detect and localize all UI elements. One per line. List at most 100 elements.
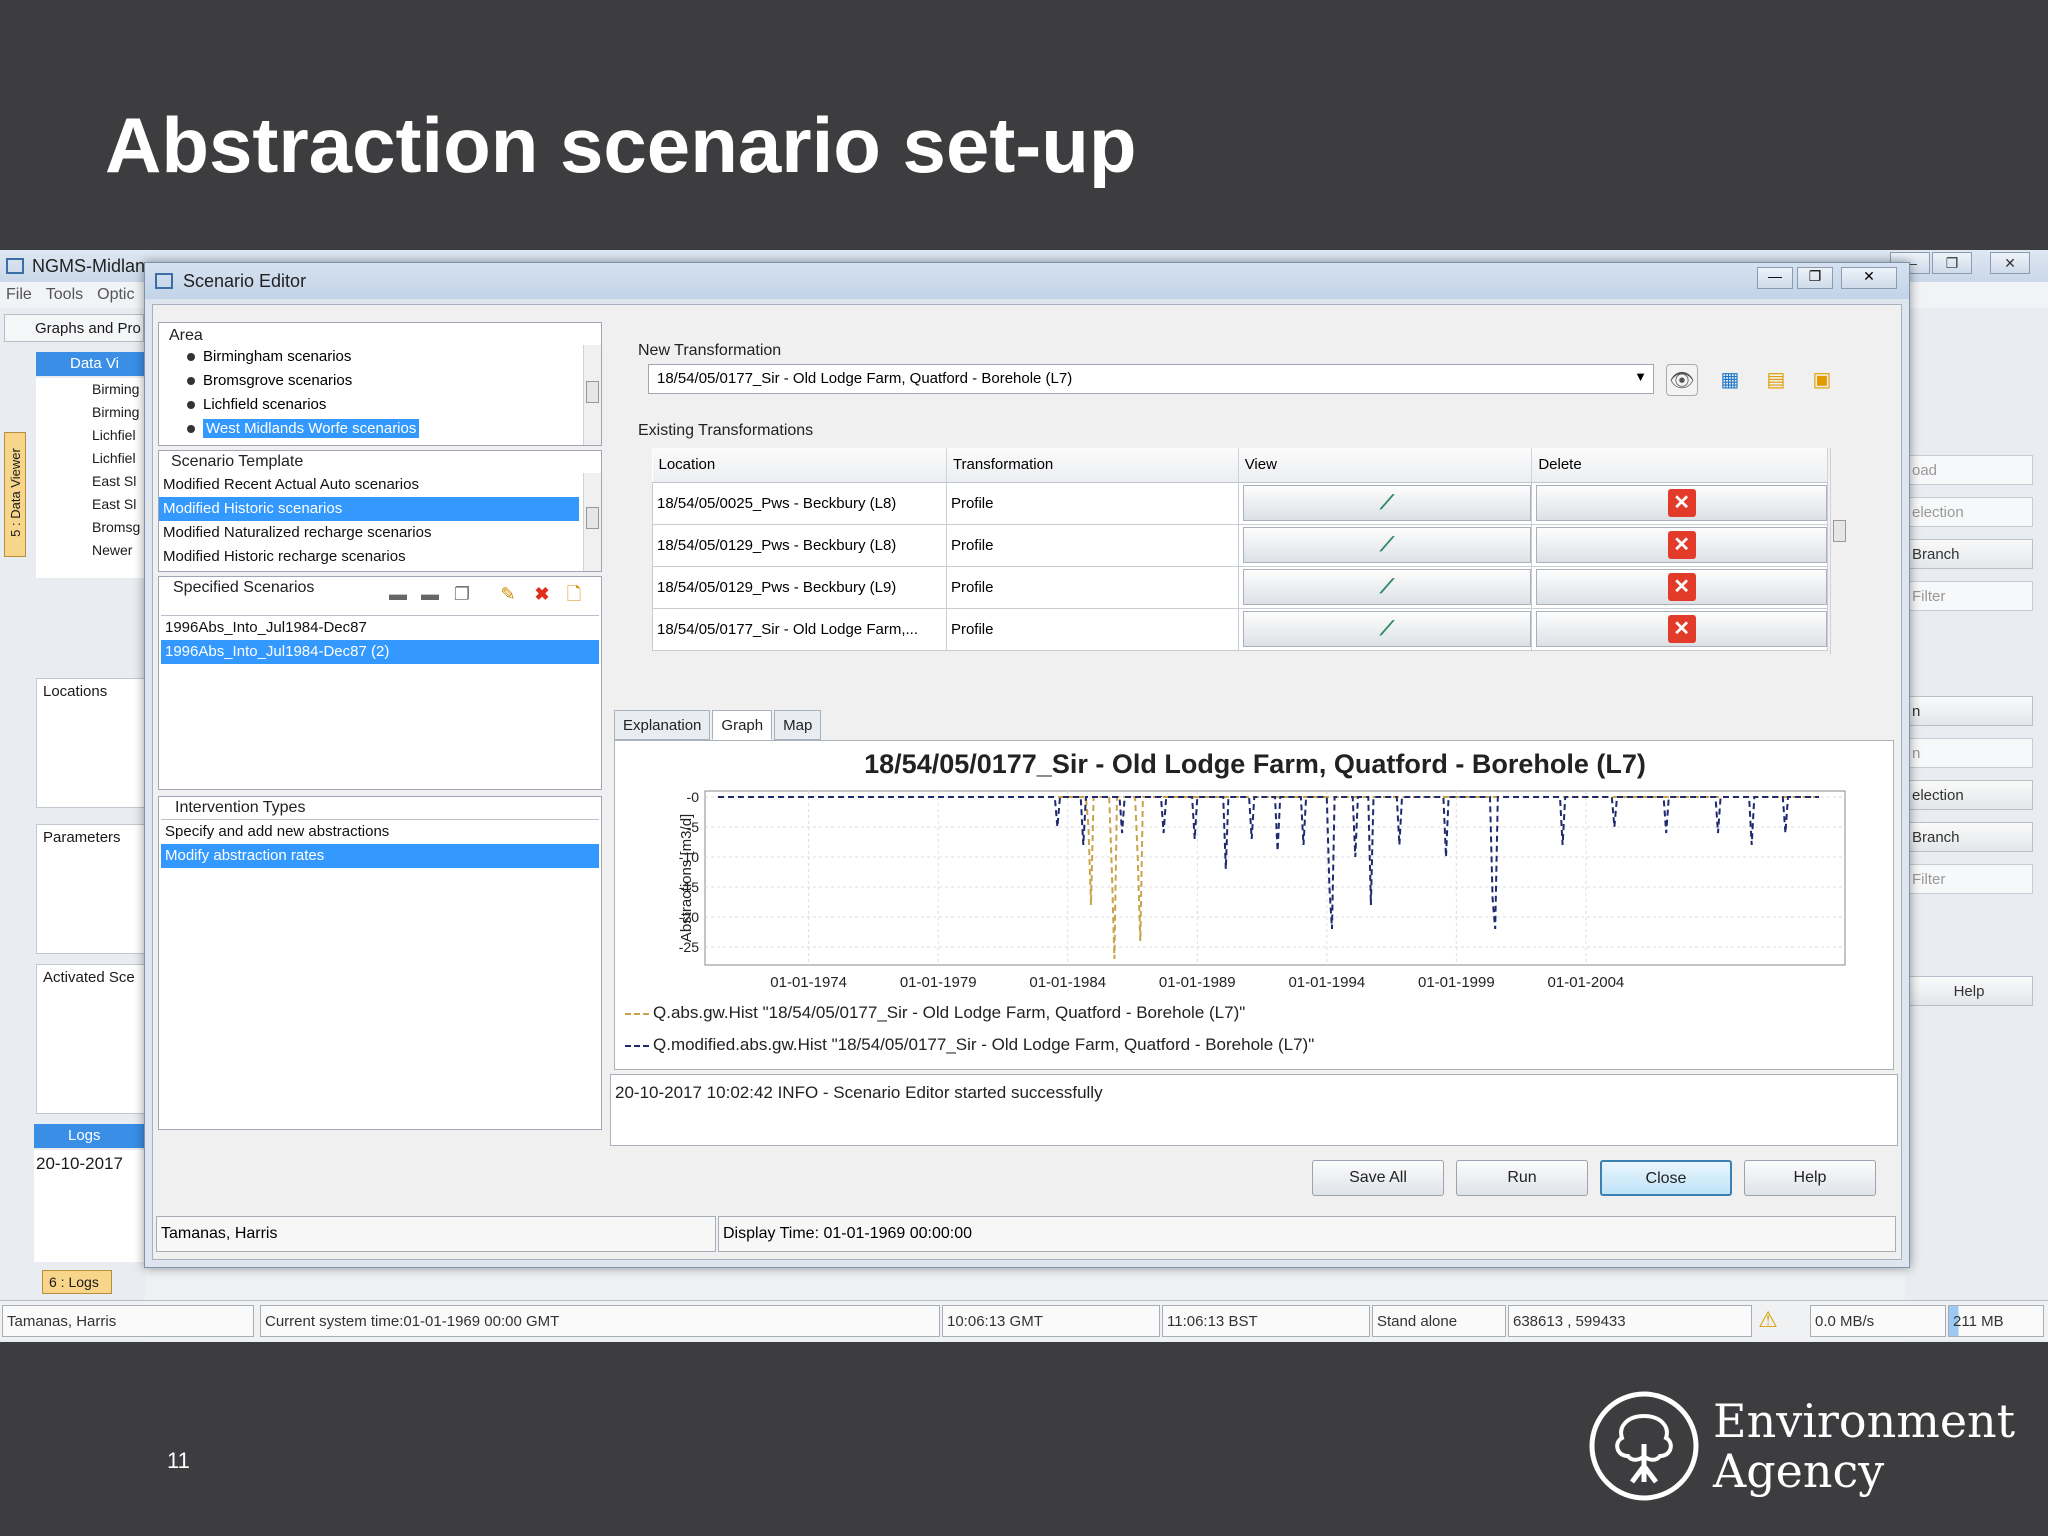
help-button-bg[interactable]: Help xyxy=(1905,976,2033,1006)
close-button[interactable]: Close xyxy=(1600,1160,1732,1196)
scroll-thumb[interactable] xyxy=(586,381,599,403)
tab-graph[interactable]: Graph xyxy=(712,710,773,740)
area-item[interactable]: Lichfield scenarios xyxy=(159,393,579,417)
edit-icon[interactable]: ✎ xyxy=(497,583,519,605)
logs-side-tab[interactable]: 6 : Logs xyxy=(42,1270,112,1294)
x-tick-label: 01-01-1989 xyxy=(1159,974,1236,991)
graphs-tab[interactable]: Graphs and Pro xyxy=(4,314,144,342)
delete-button[interactable]: ✕ xyxy=(1536,527,1827,563)
app-restore-button[interactable]: ❐ xyxy=(1932,252,1972,274)
menu-tools[interactable]: Tools xyxy=(46,286,83,304)
scroll-thumb[interactable] xyxy=(586,507,599,529)
col-delete[interactable]: Delete xyxy=(1531,448,1828,483)
open-button[interactable]: n xyxy=(1905,696,2033,726)
tree-item[interactable]: Bromsg xyxy=(36,516,146,539)
view-button[interactable]: ⟋ xyxy=(1242,485,1531,521)
warning-icon[interactable]: ⚠ xyxy=(1754,1307,1782,1335)
delete-x-icon: ✕ xyxy=(1667,573,1696,601)
template-item-selected[interactable]: Modified Historic scenarios xyxy=(159,497,579,521)
filter-field[interactable]: Filter xyxy=(1905,581,2033,611)
x-tick-label: 01-01-2004 xyxy=(1548,974,1625,991)
view-button[interactable]: ⟋ xyxy=(1242,611,1531,647)
area-scrollbar[interactable] xyxy=(583,345,601,445)
table-row[interactable]: 18/54/05/0025_Pws - Beckbury (L8) Profil… xyxy=(652,481,1828,525)
tab-explanation[interactable]: Explanation xyxy=(614,710,711,740)
delete-button[interactable]: ✕ xyxy=(1536,569,1827,605)
intervention-panel: Intervention Types Specify and add new a… xyxy=(158,796,602,1130)
table-add-icon[interactable]: ▤ xyxy=(1760,364,1792,396)
save-all-button[interactable]: Save All xyxy=(1312,1160,1444,1196)
branch-button-2[interactable]: Branch xyxy=(1905,822,2033,852)
locations-label: Locations xyxy=(43,683,108,700)
table-row[interactable]: 18/54/05/0129_Pws - Beckbury (L8) Profil… xyxy=(652,523,1828,567)
help-button[interactable]: Help xyxy=(1744,1160,1876,1196)
tree-item[interactable]: Lichfiel xyxy=(36,424,146,447)
y-tick-label: -0 xyxy=(687,789,700,805)
tree-item[interactable]: Lichfiel xyxy=(36,447,146,470)
filter-field-2[interactable]: Filter xyxy=(1905,864,2033,894)
tree-item[interactable]: Birming xyxy=(36,401,146,424)
grid-edit-icon[interactable]: ▣ xyxy=(1806,364,1838,396)
scenario-item-selected[interactable]: 1996Abs_Into_Jul1984-Dec87 (2) xyxy=(161,640,599,664)
area-item[interactable]: Birmingham scenarios xyxy=(159,345,579,369)
table-row[interactable]: 18/54/05/0129_Pws - Beckbury (L9) Profil… xyxy=(652,565,1828,609)
table-scrollbar[interactable] xyxy=(1830,448,1848,654)
view-button[interactable]: ⟋ xyxy=(1242,569,1531,605)
intervention-item-selected[interactable]: Modify abstraction rates xyxy=(161,844,599,868)
x-tick-label: 01-01-1999 xyxy=(1418,974,1495,991)
tree-item[interactable]: East Sl xyxy=(36,493,146,516)
selection-field[interactable]: election xyxy=(1905,497,2033,527)
template-item[interactable]: Modified Recent Actual Auto scenarios xyxy=(159,473,579,497)
data-viewer-side-tab[interactable]: 5 : Data Viewer xyxy=(4,432,26,557)
intervention-item[interactable]: Specify and add new abstractions xyxy=(161,820,599,844)
status-rate: 0.0 MB/s xyxy=(1810,1305,1946,1337)
app-close-button[interactable]: ✕ xyxy=(1990,252,2030,274)
table-row[interactable]: 18/54/05/0177_Sir - Old Lodge Farm,... P… xyxy=(652,607,1828,651)
col-location[interactable]: Location xyxy=(652,448,947,483)
branch-button[interactable]: Branch xyxy=(1905,539,2033,569)
tree-item[interactable]: East Sl xyxy=(36,470,146,493)
save-scenario-icon[interactable]: ▬ xyxy=(387,583,409,605)
delete-icon[interactable]: ✖ xyxy=(531,583,553,605)
new-transformation-value: 18/54/05/0177_Sir - Old Lodge Farm, Quat… xyxy=(657,370,1073,387)
legend-label-hist: Q.abs.gw.Hist "18/54/05/0177_Sir - Old L… xyxy=(653,1003,1246,1022)
template-item[interactable]: Modified Historic recharge scenarios xyxy=(159,545,579,569)
copy-icon[interactable]: ❐ xyxy=(451,583,473,605)
col-view[interactable]: View xyxy=(1238,448,1533,483)
scenario-item[interactable]: 1996Abs_Into_Jul1984-Dec87 xyxy=(161,616,599,640)
tree-item[interactable]: Newer xyxy=(36,539,146,562)
run-button[interactable]: Run xyxy=(1456,1160,1588,1196)
graph-icon: ⟋ xyxy=(1380,492,1394,514)
view-button[interactable]: ⟋ xyxy=(1242,527,1531,563)
template-item[interactable]: Modified Naturalized recharge scenarios xyxy=(159,521,579,545)
preview-eye-icon[interactable]: 👁 xyxy=(1666,364,1698,396)
open-field[interactable]: n xyxy=(1905,738,2033,768)
delete-button[interactable]: ✕ xyxy=(1536,611,1827,647)
y-axis-label: Abstractions [m3/d] xyxy=(678,814,695,942)
specified-panel: Specified Scenarios ▬ ▬ ❐ ✎ ✖ 🗋 1996Abs_… xyxy=(158,576,602,790)
selection-button[interactable]: election xyxy=(1905,780,2033,810)
menu-file[interactable]: File xyxy=(6,286,32,304)
dialog-restore-button[interactable]: ❐ xyxy=(1797,267,1833,289)
scroll-thumb[interactable] xyxy=(1833,520,1846,542)
col-transformation[interactable]: Transformation xyxy=(946,448,1239,483)
dialog-minimize-button[interactable]: — xyxy=(1757,267,1793,289)
intervention-list: Specify and add new abstractions Modify … xyxy=(161,819,599,868)
new-icon[interactable]: 🗋 xyxy=(563,583,585,605)
x-tick-label: 01-01-1994 xyxy=(1288,974,1365,991)
row-location: 18/54/05/0129_Pws - Beckbury (L9) xyxy=(652,565,947,609)
template-label: Scenario Template xyxy=(171,453,304,470)
load-field[interactable]: oad xyxy=(1905,455,2033,485)
template-scrollbar[interactable] xyxy=(583,473,601,571)
tree-item[interactable]: Birming xyxy=(36,378,146,401)
calculator-icon[interactable]: ▦ xyxy=(1714,364,1746,396)
delete-button[interactable]: ✕ xyxy=(1536,485,1827,521)
area-item-selected[interactable]: West Midlands Worfe scenarios xyxy=(159,417,579,441)
tab-map[interactable]: Map xyxy=(774,710,822,740)
dialog-close-x-button[interactable]: ✕ xyxy=(1841,267,1897,289)
slide-title: Abstraction scenario set-up xyxy=(105,101,1137,189)
menu-options[interactable]: Optic xyxy=(97,286,134,304)
area-item[interactable]: Bromsgrove scenarios xyxy=(159,369,579,393)
new-transformation-select[interactable]: 18/54/05/0177_Sir - Old Lodge Farm, Quat… xyxy=(648,364,1654,394)
save-all-icon[interactable]: ▬ xyxy=(419,583,441,605)
